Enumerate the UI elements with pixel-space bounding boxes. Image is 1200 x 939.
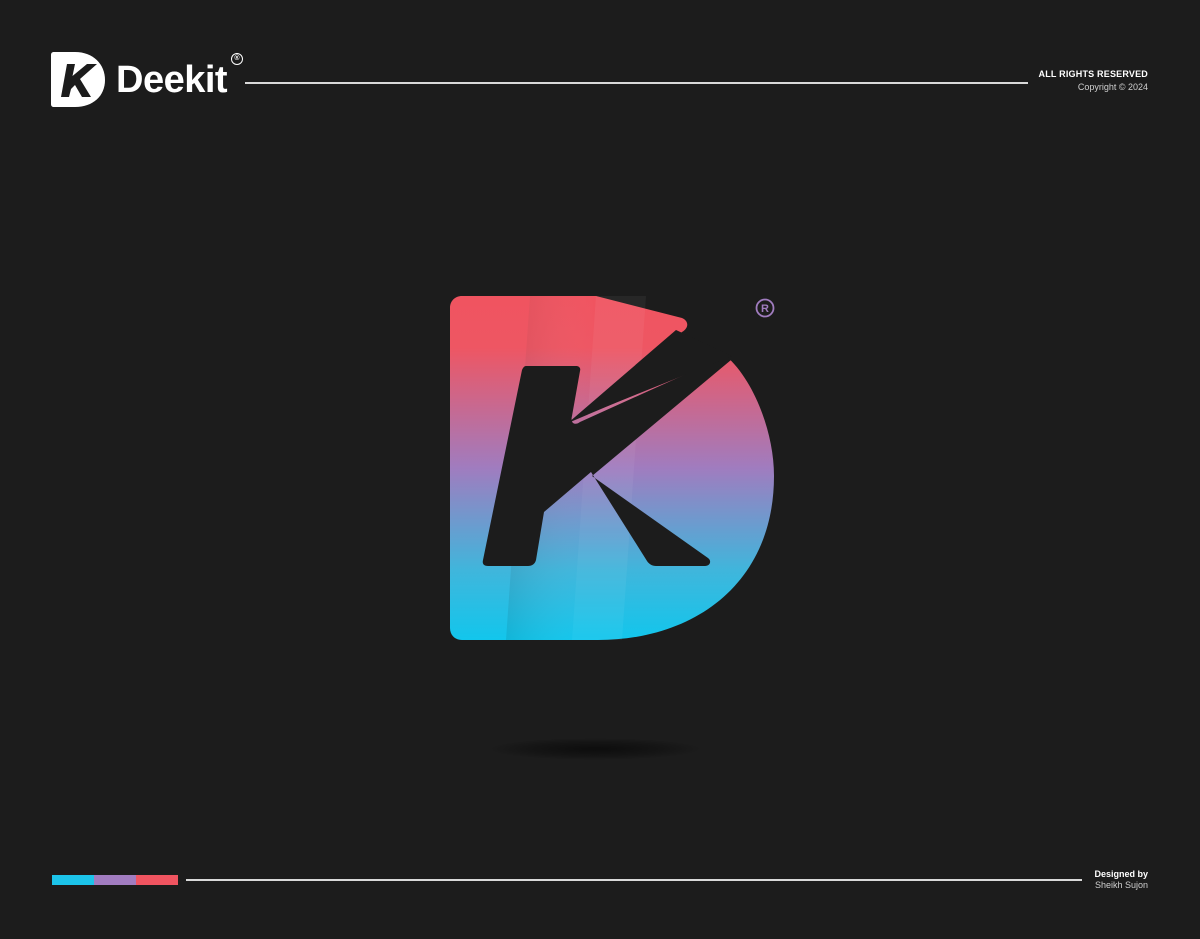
color-palette (52, 875, 178, 885)
rights-text: ALL RIGHTS RESERVED (1038, 69, 1148, 79)
svg-text:R: R (761, 303, 769, 315)
copyright-text: Copyright © 2024 (1077, 82, 1148, 92)
logo-shadow (490, 738, 700, 760)
registered-mark: ® (231, 53, 243, 65)
dk-gradient-logo-icon: R (450, 296, 775, 640)
designed-by-label: Designed by (1094, 869, 1148, 879)
footer-divider (186, 879, 1082, 881)
header-divider (245, 82, 1028, 84)
palette-swatch-red (136, 875, 178, 885)
palette-swatch-cyan (52, 875, 94, 885)
designer-name: Sheikh Sujon (1094, 880, 1148, 890)
dk-monogram-logo-icon (51, 52, 105, 107)
brand-name: Deekit (116, 59, 228, 101)
palette-swatch-purple (94, 875, 136, 885)
